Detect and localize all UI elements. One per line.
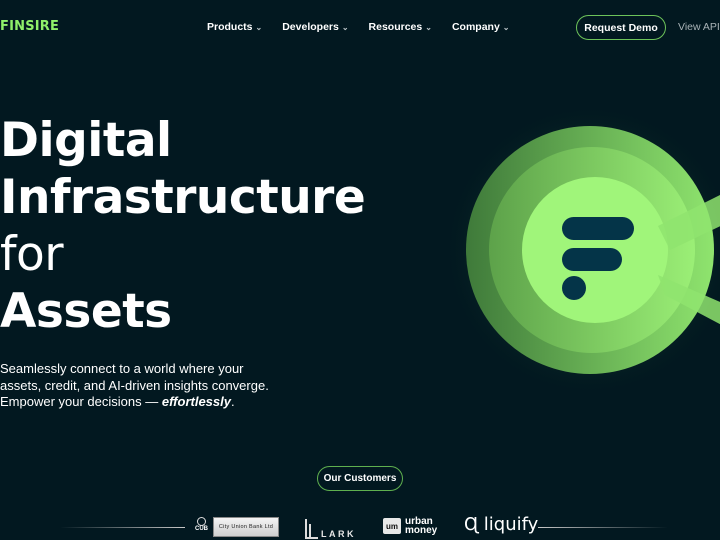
chevron-down-icon: ⌄	[341, 22, 349, 32]
hero-title-line: Digital	[0, 113, 172, 168]
f-dot	[562, 276, 586, 300]
liquify-glyph-icon: Ɋ	[464, 514, 479, 535]
liquify-name: liquify	[483, 514, 539, 535]
subtitle-line: Empower your decisions — effortlessly.	[0, 394, 310, 411]
hero-title-line: Infrastructure	[0, 170, 366, 225]
logo-city-union-bank: CUB City Union Bank Ltd	[193, 517, 279, 537]
view-apis-link[interactable]: View APIs	[678, 21, 720, 33]
finsire-logo[interactable]: FINSIRE	[0, 19, 59, 34]
subtitle-text: Empower your decisions —	[0, 394, 162, 409]
f-bar-middle	[562, 248, 622, 271]
chevron-down-icon: ⌄	[425, 22, 432, 32]
um-badge-icon: um	[383, 518, 401, 534]
urban-money-name: urban money	[405, 517, 438, 536]
logo-urban-money: um urban money	[383, 517, 438, 536]
chevron-down-icon: ⌄	[502, 22, 510, 32]
hero-title-line: for	[0, 227, 64, 282]
menu-company[interactable]: Company ⌄	[452, 21, 510, 33]
logo-lark: LARK	[305, 517, 356, 539]
money-text: money	[405, 525, 438, 536]
hero-title: Digital Infrastructure for Assets	[0, 112, 366, 340]
menu-label: Company	[451, 21, 500, 33]
cub-emblem-icon: CUB	[193, 517, 210, 537]
lark-name: LARK	[321, 529, 356, 539]
customer-logos: CUB City Union Bank Ltd LARK um urban mo…	[0, 512, 720, 540]
f-bar-top	[562, 217, 634, 240]
logo-liquify: Ɋ liquify	[464, 514, 538, 535]
menu-label: Resources	[368, 21, 423, 33]
cub-name: City Union Bank Ltd	[213, 517, 279, 537]
subtitle-suffix: .	[230, 394, 235, 409]
subtitle-emphasis: effortlessly	[161, 394, 231, 409]
divider-right	[538, 527, 668, 528]
hero-subtitle: Seamlessly connect to a world where your…	[0, 361, 310, 411]
lark-mark-icon	[305, 519, 319, 539]
menu-label: Developers	[282, 21, 339, 33]
main-menu: Products ⌄ Developers ⌄ Resources ⌄ Comp…	[207, 21, 530, 33]
hero-title-line: Assets	[0, 284, 172, 339]
subtitle-line: assets, credit, and AI-driven insights c…	[0, 377, 269, 393]
chevron-down-icon: ⌄	[255, 22, 263, 32]
menu-products[interactable]: Products ⌄	[207, 21, 262, 33]
divider-left	[60, 527, 185, 528]
menu-label: Products	[207, 21, 253, 33]
cub-short: CUB	[195, 526, 208, 532]
menu-developers[interactable]: Developers ⌄	[282, 21, 348, 33]
menu-resources[interactable]: Resources ⌄	[369, 21, 432, 33]
our-customers-button[interactable]: Our Customers	[317, 466, 403, 491]
hero-graphic	[442, 102, 720, 398]
request-demo-button[interactable]: Request Demo	[576, 15, 666, 40]
subtitle-line: Seamlessly connect to a world where your	[0, 361, 244, 376]
top-navigation: FINSIRE Products ⌄ Developers ⌄ Resource…	[0, 0, 720, 56]
